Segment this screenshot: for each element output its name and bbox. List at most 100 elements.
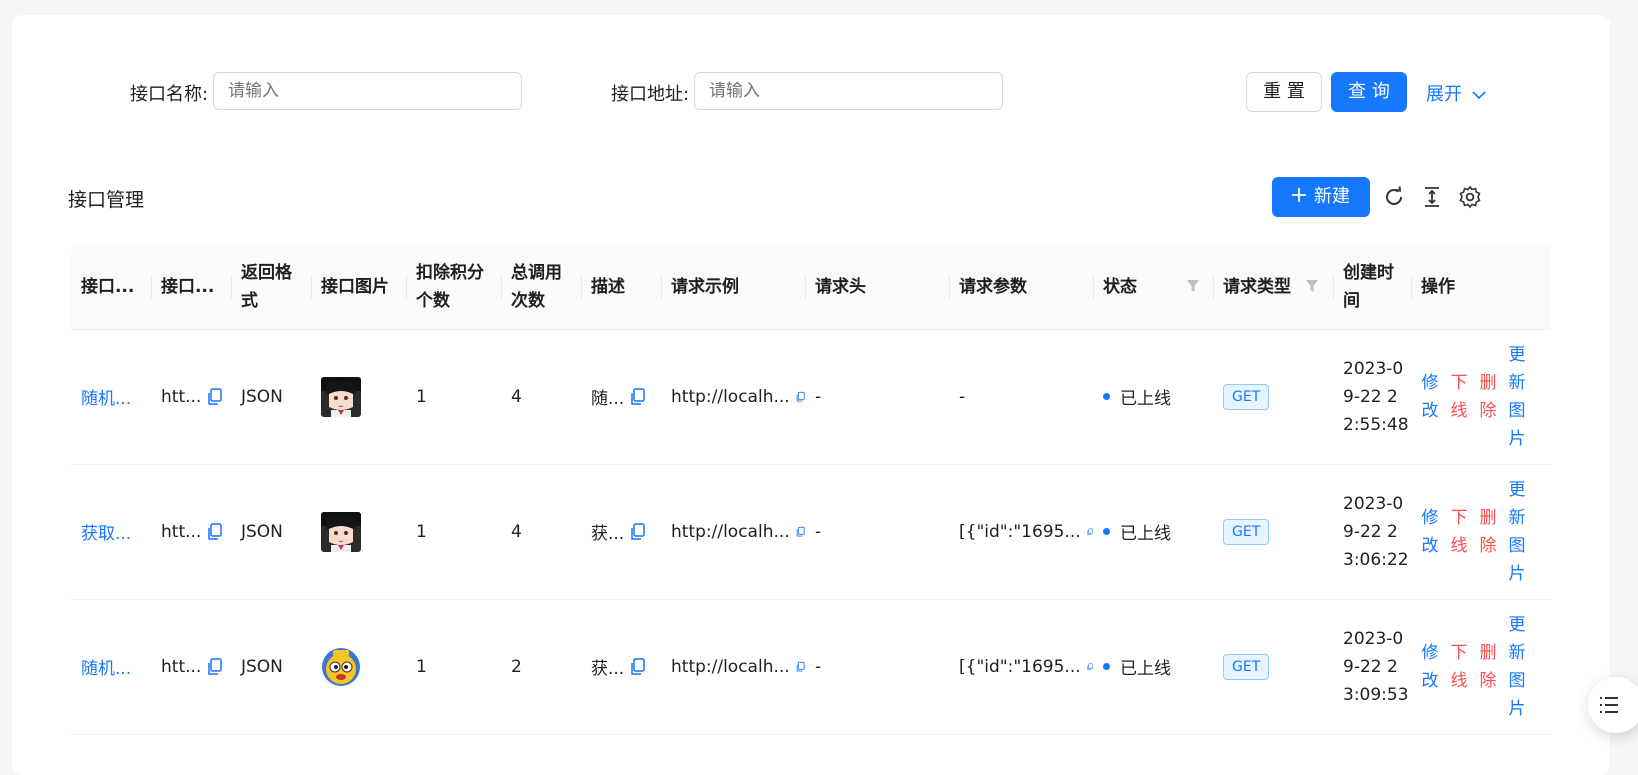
col-format-label: 返回格式 xyxy=(241,263,292,311)
return-format: JSON xyxy=(241,521,283,542)
delete-link[interactable]: 删除 xyxy=(1479,639,1497,695)
api-name-link[interactable]: 随机... xyxy=(81,384,131,409)
col-req-header[interactable]: 请求头 xyxy=(805,245,949,329)
status-text: 已上线 xyxy=(1120,389,1171,409)
col-created-label: 创建时间 xyxy=(1343,263,1394,311)
description: 获... xyxy=(591,524,625,544)
copy-icon[interactable] xyxy=(630,657,646,676)
chevron-down-icon xyxy=(1472,91,1486,100)
query-button[interactable]: 查 询 xyxy=(1331,72,1407,112)
request-example: http://localh... xyxy=(671,521,790,542)
delete-link[interactable]: 删除 xyxy=(1479,369,1497,425)
anime-girl-icon xyxy=(321,511,361,552)
request-params: - xyxy=(959,386,966,407)
update-image-link[interactable]: 更新图片 xyxy=(1508,476,1526,588)
offline-link[interactable]: 下线 xyxy=(1450,369,1468,425)
copy-icon[interactable] xyxy=(630,522,646,541)
copy-icon[interactable] xyxy=(796,658,805,676)
return-format: JSON xyxy=(241,656,283,677)
new-button-label: 新建 xyxy=(1314,186,1350,207)
calls-value: 2 xyxy=(511,656,522,677)
url-filter-label: 接口地址: xyxy=(611,84,690,105)
api-image[interactable] xyxy=(321,376,361,417)
points-value: 1 xyxy=(416,656,427,677)
update-image-link[interactable]: 更新图片 xyxy=(1508,611,1526,723)
col-calls-label: 总调用次数 xyxy=(511,263,562,311)
description: 随... xyxy=(591,389,625,409)
name-filter-input[interactable] xyxy=(213,72,522,110)
status-text: 已上线 xyxy=(1120,659,1171,679)
expand-label: 展开 xyxy=(1426,84,1462,105)
copy-icon[interactable] xyxy=(207,387,223,406)
return-format: JSON xyxy=(241,386,283,407)
created-time: 2023-09-22 22:55:48 xyxy=(1343,358,1409,435)
table-row: 随机... htt... JSON 1 4 随... http://localh… xyxy=(71,329,1551,465)
copy-icon[interactable] xyxy=(630,387,646,406)
col-name[interactable]: 接口... xyxy=(71,245,151,329)
calls-value: 4 xyxy=(511,386,522,407)
col-points[interactable]: 扣除积分个数 xyxy=(406,245,501,329)
update-image-link[interactable]: 更新图片 xyxy=(1508,341,1526,453)
copy-icon[interactable] xyxy=(796,388,805,406)
col-created[interactable]: 创建时间 xyxy=(1333,245,1411,329)
created-time: 2023-09-22 23:06:22 xyxy=(1343,493,1409,570)
copy-icon[interactable] xyxy=(796,523,805,541)
gear-icon[interactable] xyxy=(1458,185,1482,209)
method-filter-icon[interactable] xyxy=(1305,279,1319,293)
reload-icon[interactable] xyxy=(1382,185,1406,209)
col-actions: 操作 xyxy=(1421,277,1455,297)
status-dot xyxy=(1103,393,1110,400)
col-points-label: 扣除积分个数 xyxy=(416,263,484,311)
request-example: http://localh... xyxy=(671,386,790,407)
request-example: http://localh... xyxy=(671,656,790,677)
delete-link[interactable]: 删除 xyxy=(1479,504,1497,560)
request-header: - xyxy=(815,386,822,407)
request-params: [{"id":"1695... xyxy=(959,521,1081,542)
col-desc[interactable]: 描述 xyxy=(581,245,661,329)
status-dot xyxy=(1103,663,1110,670)
api-image[interactable] xyxy=(321,511,361,552)
edit-link[interactable]: 修改 xyxy=(1421,369,1439,425)
new-button[interactable]: 新建 xyxy=(1272,177,1370,217)
col-url[interactable]: 接口... xyxy=(151,245,231,329)
created-time: 2023-09-22 23:09:53 xyxy=(1343,628,1409,705)
api-image[interactable] xyxy=(321,647,361,687)
col-image[interactable]: 接口图片 xyxy=(311,245,406,329)
points-value: 1 xyxy=(416,521,427,542)
edit-link[interactable]: 修改 xyxy=(1421,504,1439,560)
api-name-link[interactable]: 获取... xyxy=(81,519,131,544)
name-filter-label: 接口名称: xyxy=(130,84,209,105)
reset-button[interactable]: 重 置 xyxy=(1246,72,1322,112)
url-filter-input[interactable] xyxy=(694,72,1003,110)
copy-icon[interactable] xyxy=(207,522,223,541)
offline-link[interactable]: 下线 xyxy=(1450,639,1468,695)
method-tag: GET xyxy=(1223,518,1270,545)
offline-link[interactable]: 下线 xyxy=(1450,504,1468,560)
col-calls[interactable]: 总调用次数 xyxy=(501,245,581,329)
table-row: 随机... htt... JSON 1 2 获... http://localh… xyxy=(71,599,1551,735)
description: 获... xyxy=(591,659,625,679)
status-text: 已上线 xyxy=(1120,524,1171,544)
plus-icon xyxy=(1292,188,1306,202)
method-tag: GET xyxy=(1223,383,1270,410)
cartoon-emoji-icon xyxy=(322,647,360,686)
status-filter-icon[interactable] xyxy=(1186,279,1200,293)
density-icon[interactable] xyxy=(1420,185,1444,209)
calls-value: 4 xyxy=(511,521,522,542)
api-name-link[interactable]: 随机... xyxy=(81,654,131,679)
edit-link[interactable]: 修改 xyxy=(1421,639,1439,695)
col-example[interactable]: 请求示例 xyxy=(661,245,805,329)
col-params[interactable]: 请求参数 xyxy=(949,245,1093,329)
table-row: 获取... htt... JSON 1 4 获... http://localh… xyxy=(71,464,1551,600)
copy-icon[interactable] xyxy=(207,657,223,676)
api-url: htt... xyxy=(161,656,202,677)
method-tag: GET xyxy=(1223,653,1270,680)
api-url: htt... xyxy=(161,386,202,407)
float-menu-button[interactable] xyxy=(1588,677,1638,733)
request-header: - xyxy=(815,521,822,542)
api-url: htt... xyxy=(161,521,202,542)
col-format[interactable]: 返回格式 xyxy=(231,245,311,329)
request-header: - xyxy=(815,656,822,677)
table-header: 接口... 接口... 返回格式 接口图片 扣除积分个数 总调用次数 描述 请求… xyxy=(71,245,1551,330)
expand-link[interactable]: 展开 xyxy=(1426,80,1486,106)
